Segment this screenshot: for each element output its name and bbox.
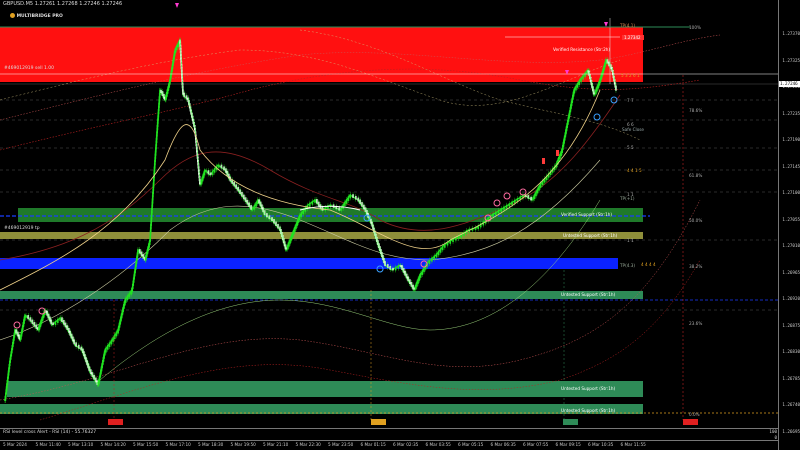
price-axis-tick: 1.26830 [782, 349, 800, 354]
digits-row-8: 1 1 [627, 238, 634, 243]
digits-row-3: 6 6 [627, 122, 634, 127]
time-axis-tick: 6 Mar 02:35 [393, 442, 419, 447]
fib-618: 61.8% [689, 173, 703, 178]
tp-low-marker: TP(4.3) [620, 263, 636, 268]
sell-order-label[interactable]: #469012919 sell 1.00 [4, 66, 54, 71]
time-axis-tick: 6 Mar 10:35 [588, 442, 614, 447]
olive-band [0, 232, 643, 239]
symbol-ohlc-header: GBPUSD.M5 1.27261 1.27268 1.27246 1.2724… [3, 2, 122, 7]
support-zone-low [7, 381, 643, 397]
tp-order-label[interactable]: #469012919 tp [4, 226, 40, 231]
fib-500: 50.0% [689, 218, 703, 223]
time-axis-tick: 5 Mar 22:30 [295, 442, 321, 447]
untested-support-2-label: Untested Support (Str:1h) [561, 292, 616, 297]
untested-support-4-label: Untested Support (Str:1h) [561, 408, 616, 413]
tp-top-marker: TP(4.1) [620, 23, 636, 28]
digits-row-5: 4 4 1 5 [627, 168, 642, 173]
time-axis-tick: 5 Mar 23:50 [328, 442, 354, 447]
price-axis-tick: 1.27190 [782, 137, 800, 142]
brand-logo: MULTIBRIDGE PRO [10, 13, 63, 19]
time-axis-tick: 5 Mar 17:10 [165, 442, 191, 447]
price-axis-tick: 1.26785 [782, 375, 800, 381]
time-axis-tick: 5 Mar 2024 [3, 442, 27, 447]
price-axis-tick: 1.27145 [782, 163, 800, 169]
fib-786: 78.6% [689, 108, 703, 113]
price-axis-tick: 1.27235 [782, 110, 800, 116]
current-price-tag: 1.27246 [779, 81, 800, 87]
support-zone-mid [0, 291, 643, 299]
price-chart[interactable] [0, 0, 778, 428]
time-axis[interactable]: 5 Mar 2024 5 Mar 11:40 5 Mar 13:10 5 Mar 14… [0, 440, 778, 450]
price-axis[interactable]: 1.273701.273251.272801.272351.271901.271… [778, 0, 800, 450]
time-axis-tick: 5 Mar 21:10 [263, 442, 289, 447]
time-axis-tick: 5 Mar 18:30 [198, 442, 224, 447]
digits-row-6: 4 4 4 4 [641, 262, 656, 267]
fib-000: 0.0% [689, 412, 700, 417]
rsi-level-100: 100 [769, 429, 777, 434]
symbol-label: GBPUSD.M5 [3, 1, 34, 7]
blue-band [0, 258, 618, 269]
price-axis-tick: 1.26740 [782, 402, 800, 407]
time-axis-tick: 6 Mar 03:55 [425, 442, 451, 447]
time-axis-tick: 6 Mar 11:55 [620, 442, 646, 447]
ohlc-values: 1.27261 1.27268 1.27246 1.27246 [34, 1, 123, 7]
price-axis-tick: 1.27370 [782, 31, 800, 36]
time-axis-tick: 6 Mar 06:35 [490, 442, 516, 447]
digits-row-4: 5 5 [627, 145, 634, 150]
digits-row-7: 1 1 [627, 192, 634, 197]
support-zone-bottom [0, 404, 643, 414]
verified-support-label: Verified Support (Str:1h) [561, 212, 613, 217]
time-axis-tick: 5 Mar 15:50 [133, 442, 159, 447]
time-axis-tick: 6 Mar 05:15 [458, 442, 484, 447]
fib-382: 38.2% [689, 264, 703, 269]
untested-support-1-label: Untested Support (Str:1h) [563, 233, 618, 238]
fib-100: 100% [689, 25, 701, 30]
price-axis-tick: 1.26920 [782, 296, 800, 301]
price-axis-tick: 1.27325 [782, 57, 800, 63]
verified-resistance-label: Verified Resistance (Str:2h) [553, 47, 611, 52]
price-axis-tick: 1.26695 [782, 428, 800, 434]
time-axis-tick: 5 Mar 14:20 [100, 442, 126, 447]
price-tag-top: 1.27342 [624, 35, 641, 40]
price-axis-tick: 1.27010 [782, 243, 800, 248]
rsi-label: RSI level cross Alert - RSI (14) - 55.76… [3, 430, 97, 435]
price-axis-tick: 1.26875 [782, 322, 800, 328]
time-axis-tick: 6 Mar 01:15 [360, 442, 386, 447]
time-axis-tick: 6 Mar 07:55 [523, 442, 549, 447]
time-axis-tick: 5 Mar 19:50 [230, 442, 256, 447]
untested-support-3-label: Untested Support (Str:1h) [561, 386, 616, 391]
brand-icon [10, 13, 15, 18]
time-axis-tick: 5 Mar 11:40 [35, 442, 61, 447]
trading-chart-window: GBPUSD.M5 1.27261 1.27268 1.27246 1.2724… [0, 0, 800, 450]
safe-close-label: Safe Close [622, 127, 645, 132]
price-axis-tick: 1.27055 [782, 216, 800, 222]
price-axis-tick: 1.27100 [782, 190, 800, 195]
time-axis-tick: 5 Mar 13:10 [68, 442, 94, 447]
digits-row-2: 7 7 [627, 98, 634, 103]
price-axis-tick: 1.26965 [782, 269, 800, 275]
time-axis-tick: 6 Mar 09:15 [555, 442, 581, 447]
digits-row-1: 5 3 2 6 1 [621, 73, 640, 78]
fib-236: 23.6% [689, 321, 703, 326]
